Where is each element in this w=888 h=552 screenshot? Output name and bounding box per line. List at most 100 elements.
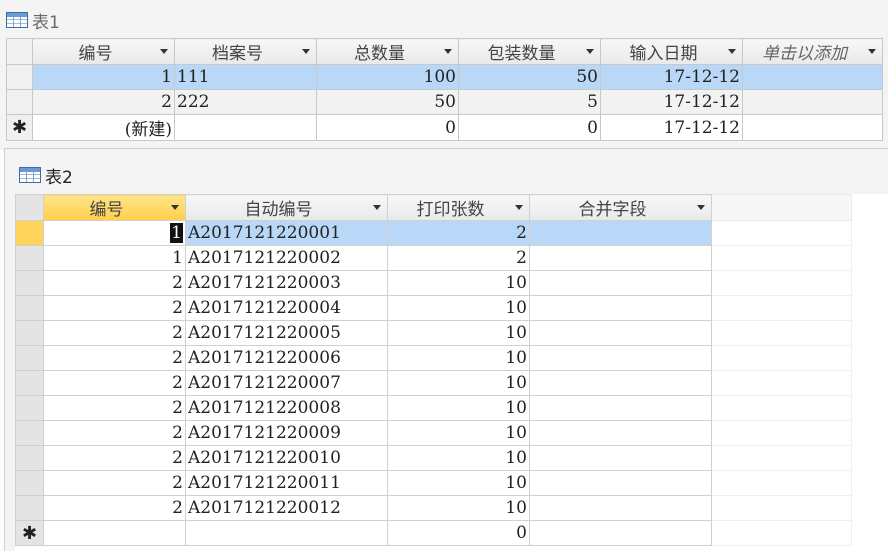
table-row[interactable]: 2 A2017121220011 10 xyxy=(15,470,852,496)
cell-merge[interactable] xyxy=(529,370,712,396)
cell-merge[interactable] xyxy=(529,245,712,271)
row-selector[interactable] xyxy=(6,89,33,115)
row-selector[interactable] xyxy=(15,220,44,246)
cell-archive[interactable] xyxy=(174,114,317,141)
table-row[interactable]: 2 A2017121220003 10 xyxy=(15,270,852,296)
chevron-down-icon[interactable] xyxy=(515,205,523,210)
chevron-down-icon[interactable] xyxy=(160,49,168,54)
cell-add[interactable] xyxy=(742,114,883,141)
cell-archive[interactable]: 111 xyxy=(174,64,317,90)
cell-count[interactable]: 10 xyxy=(387,270,530,296)
cell-add[interactable] xyxy=(742,64,883,90)
cell-merge[interactable] xyxy=(529,395,712,421)
table1-col-pack[interactable]: 包装数量 xyxy=(458,38,601,65)
cell-id[interactable]: 2 xyxy=(43,270,186,296)
chevron-down-icon[interactable] xyxy=(697,205,705,210)
table-row[interactable]: 2 A2017121220012 10 xyxy=(15,495,852,521)
cell-merge[interactable] xyxy=(529,320,712,346)
row-selector[interactable] xyxy=(15,270,44,296)
cell-total[interactable]: 100 xyxy=(316,64,459,90)
cell-id[interactable]: 2 xyxy=(43,495,186,521)
cell-merge[interactable] xyxy=(529,445,712,471)
cell-merge[interactable] xyxy=(529,420,712,446)
table-row[interactable]: 2 A2017121220005 10 xyxy=(15,320,852,346)
table1-col-total[interactable]: 总数量 xyxy=(316,38,459,65)
cell-count[interactable]: 10 xyxy=(387,295,530,321)
chevron-down-icon[interactable] xyxy=(302,49,310,54)
cell-count[interactable]: 2 xyxy=(387,220,530,246)
table2-col-id[interactable]: 编号 xyxy=(43,194,186,221)
cell-count[interactable]: 10 xyxy=(387,420,530,446)
row-selector[interactable] xyxy=(15,245,44,271)
row-selector[interactable] xyxy=(15,495,44,521)
cell-count[interactable]: 0 xyxy=(387,520,530,546)
cell-id[interactable] xyxy=(43,520,186,546)
new-record-row[interactable]: ✱ (新建) 0 0 17-12-12 xyxy=(6,114,883,141)
chevron-down-icon[interactable] xyxy=(444,49,452,54)
row-selector[interactable] xyxy=(15,345,44,371)
cell-pack[interactable]: 5 xyxy=(458,89,601,115)
cell-auto[interactable]: A2017121220005 xyxy=(185,320,388,346)
cell-id[interactable]: 2 xyxy=(43,445,186,471)
cell-auto[interactable]: A2017121220001 xyxy=(185,220,388,246)
new-record-icon[interactable]: ✱ xyxy=(15,520,44,546)
cell-count[interactable]: 10 xyxy=(387,370,530,396)
table2-col-merge[interactable]: 合并字段 xyxy=(529,194,712,221)
new-record-row[interactable]: ✱ 0 xyxy=(15,520,852,546)
cell-add[interactable] xyxy=(742,89,883,115)
table-row[interactable]: 2 A2017121220008 10 xyxy=(15,395,852,421)
cell-pack[interactable]: 0 xyxy=(458,114,601,141)
row-selector[interactable] xyxy=(15,445,44,471)
table1-col-archive[interactable]: 档案号 xyxy=(174,38,317,65)
cell-auto[interactable]: A2017121220008 xyxy=(185,395,388,421)
cell-pack[interactable]: 50 xyxy=(458,64,601,90)
cell-merge[interactable] xyxy=(529,520,712,546)
new-record-icon[interactable]: ✱ xyxy=(6,114,33,141)
cell-auto[interactable]: A2017121220010 xyxy=(185,445,388,471)
row-selector[interactable] xyxy=(15,395,44,421)
cell-auto[interactable]: A2017121220006 xyxy=(185,345,388,371)
table-row[interactable]: 2 A2017121220006 10 xyxy=(15,345,852,371)
table-row[interactable]: 1 A2017121220002 2 xyxy=(15,245,852,271)
cell-id[interactable]: 2 xyxy=(43,420,186,446)
table-row[interactable]: 2 222 50 5 17-12-12 xyxy=(6,89,883,115)
table-row[interactable]: 2 A2017121220010 10 xyxy=(15,445,852,471)
row-selector[interactable] xyxy=(6,64,33,90)
cell-id[interactable]: 1 xyxy=(43,220,186,246)
cell-id[interactable]: 1 xyxy=(32,64,175,90)
cell-count[interactable]: 10 xyxy=(387,470,530,496)
chevron-down-icon[interactable] xyxy=(171,205,179,210)
cell-id[interactable]: 2 xyxy=(43,370,186,396)
cell-auto[interactable]: A2017121220007 xyxy=(185,370,388,396)
table1-col-id[interactable]: 编号 xyxy=(32,38,175,65)
table2-col-auto[interactable]: 自动编号 xyxy=(185,194,388,221)
chevron-down-icon[interactable] xyxy=(373,205,381,210)
select-all-corner[interactable] xyxy=(6,38,33,65)
cell-auto[interactable]: A2017121220003 xyxy=(185,270,388,296)
table-row[interactable]: 1 A2017121220001 2 xyxy=(15,220,852,246)
cell-merge[interactable] xyxy=(529,270,712,296)
table-row[interactable]: 2 A2017121220009 10 xyxy=(15,420,852,446)
cell-merge[interactable] xyxy=(529,220,712,246)
cell-merge[interactable] xyxy=(529,295,712,321)
cell-auto[interactable]: A2017121220002 xyxy=(185,245,388,271)
row-selector[interactable] xyxy=(15,370,44,396)
cell-auto[interactable]: A2017121220012 xyxy=(185,495,388,521)
cell-id[interactable]: 2 xyxy=(32,89,175,115)
chevron-down-icon[interactable] xyxy=(586,49,594,54)
select-all-corner[interactable] xyxy=(15,194,44,221)
cell-id[interactable]: 2 xyxy=(43,345,186,371)
row-selector[interactable] xyxy=(15,320,44,346)
cell-merge[interactable] xyxy=(529,345,712,371)
cell-auto[interactable]: A2017121220004 xyxy=(185,295,388,321)
cell-count[interactable]: 10 xyxy=(387,445,530,471)
cell-merge[interactable] xyxy=(529,470,712,496)
cell-date[interactable]: 17-12-12 xyxy=(600,89,743,115)
cell-auto[interactable]: A2017121220011 xyxy=(185,470,388,496)
cell-id[interactable]: 2 xyxy=(43,295,186,321)
cell-date[interactable]: 17-12-12 xyxy=(600,114,743,141)
cell-id[interactable]: 2 xyxy=(43,320,186,346)
cell-total[interactable]: 50 xyxy=(316,89,459,115)
cell-auto[interactable]: A2017121220009 xyxy=(185,420,388,446)
table1-col-add[interactable]: 单击以添加 xyxy=(742,38,883,65)
